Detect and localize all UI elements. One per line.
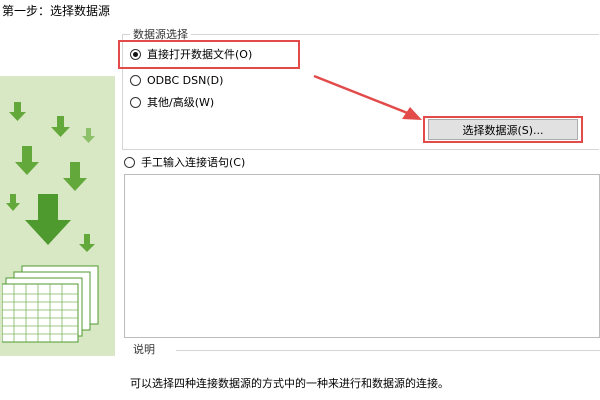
radio-label: 手工输入连接语句(C) [141, 156, 246, 169]
radio-other-advanced[interactable]: 其他/高级(W) [130, 93, 214, 111]
step-title: 第一步：选择数据源 [2, 4, 111, 18]
radio-label: 其他/高级(W) [147, 96, 215, 109]
radio-label: 直接打开数据文件(O) [147, 48, 253, 61]
arrow-annotation-icon [313, 74, 422, 120]
radio-button-icon[interactable] [130, 74, 141, 86]
spreadsheet-icon [2, 265, 99, 343]
radio-button-icon[interactable] [124, 156, 135, 168]
radio-button-icon[interactable] [130, 96, 141, 108]
radio-direct-open[interactable]: 直接打开数据文件(O) [130, 45, 252, 63]
description-text: 可以选择四种连接数据源的方式中的一种来进行和数据源的连接。 [130, 377, 449, 390]
radio-button-icon[interactable] [130, 48, 141, 60]
radio-manual-connection[interactable]: 手工输入连接语句(C) [124, 153, 245, 171]
radio-label: ODBC DSN(D) [147, 73, 224, 87]
description-divider [176, 350, 600, 351]
radio-odbc-dsn[interactable]: ODBC DSN(D) [130, 71, 223, 89]
connection-statement-input[interactable] [124, 174, 600, 338]
select-data-source-button[interactable]: 选择数据源(S)... [428, 119, 578, 140]
description-title: 说明 [130, 341, 158, 357]
wizard-illustration [0, 76, 115, 356]
